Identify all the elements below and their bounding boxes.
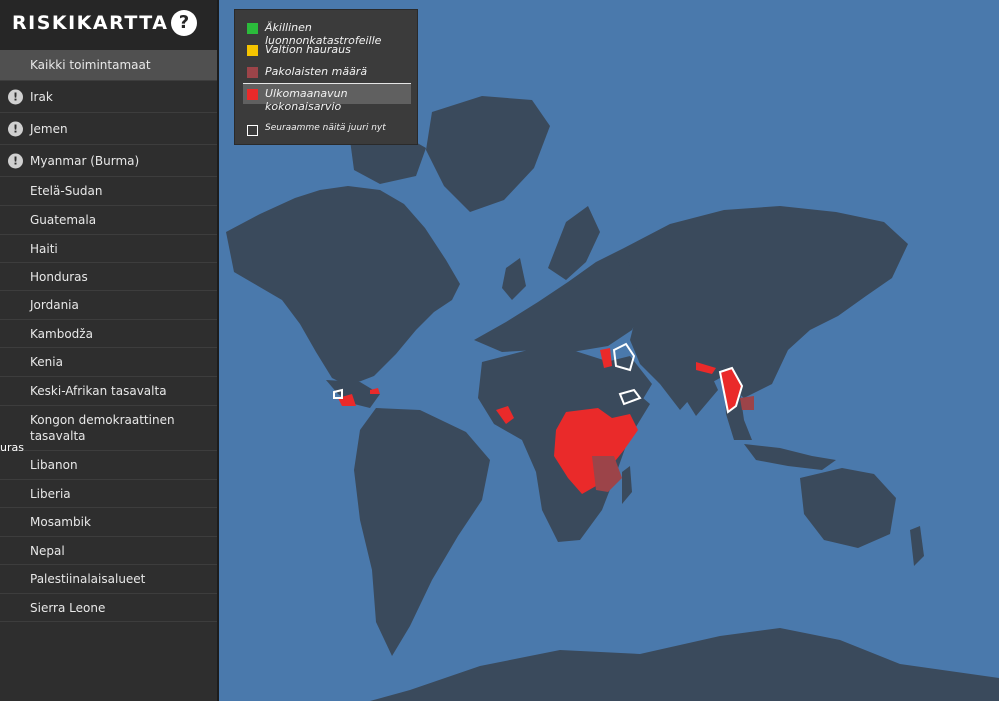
country-item-label: Jemen: [30, 121, 68, 136]
country-item-label: Kaikki toimintamaat: [30, 58, 151, 72]
country-item-label: Palestiinalaisalueet: [30, 572, 146, 586]
country-item-label: Myanmar (Burma): [30, 153, 140, 168]
legend-label: Valtion hauraus: [265, 43, 351, 56]
legend-label: Ulkomaanavun kokonaisarvio: [265, 87, 348, 113]
country-item-kongon-dem-tasavalta[interactable]: Kongon demokraattinen tasavalta: [0, 406, 217, 451]
country-item-label: Sierra Leone: [30, 600, 106, 615]
country-item-label: Kenia: [30, 355, 63, 369]
country-item-kenia[interactable]: Kenia: [0, 348, 217, 377]
sidebar: RISKIKARTTA ? Kaikki toimintamaat ! Irak…: [0, 0, 219, 701]
country-item-label: Kambodža: [30, 326, 93, 341]
legend-item-watching[interactable]: Seuraamme näitä juuri nyt: [243, 120, 411, 140]
green-square-icon: [247, 23, 258, 34]
country-item-label: Liberia: [30, 486, 71, 501]
country-item-all[interactable]: Kaikki toimintamaat: [0, 50, 217, 81]
country-item-label: Irak: [30, 89, 53, 104]
country-item-label: Libanon: [30, 458, 78, 472]
country-item-label: Haiti: [30, 241, 58, 256]
country-item-haiti[interactable]: Haiti: [0, 235, 217, 263]
country-item-guatemala[interactable]: Guatemala: [0, 206, 217, 235]
legend-item-refugees[interactable]: Pakolaisten määrä: [243, 62, 411, 82]
legend-item-state-fragility[interactable]: Valtion hauraus: [243, 40, 411, 60]
country-item-label: Keski-Afrikan tasavalta: [30, 384, 167, 398]
dark-red-square-icon: [247, 67, 258, 78]
country-item-label: Etelä-Sudan: [30, 184, 103, 198]
country-item-label: Guatemala: [30, 213, 97, 227]
country-item-kambodza[interactable]: Kambodža: [0, 320, 217, 348]
white-outline-square-icon: [247, 125, 258, 136]
legend-label: Pakolaisten määrä: [265, 65, 368, 78]
country-item-honduras[interactable]: Honduras: [0, 263, 217, 291]
country-item-jemen[interactable]: ! Jemen: [0, 113, 217, 145]
country-item-irak[interactable]: ! Irak: [0, 81, 217, 113]
country-item-palestiinalaisalueet[interactable]: Palestiinalaisalueet: [0, 565, 217, 594]
country-item-etela-sudan[interactable]: Etelä-Sudan: [0, 177, 217, 206]
country-item-label: Kongon demokraattinen tasavalta: [30, 413, 175, 443]
country-item-label: Honduras: [30, 269, 88, 284]
yellow-square-icon: [247, 45, 258, 56]
country-item-mosambik[interactable]: Mosambik: [0, 508, 217, 537]
country-item-liberia[interactable]: Liberia: [0, 480, 217, 508]
country-item-sierra-leone[interactable]: Sierra Leone: [0, 594, 217, 622]
country-item-myanmar[interactable]: ! Myanmar (Burma): [0, 145, 217, 177]
legend-item-natural-disasters[interactable]: Äkillinen luonnonkatastrofeille: [243, 18, 411, 47]
country-item-label: Mosambik: [30, 515, 91, 529]
legend-item-foreign-aid[interactable]: Ulkomaanavun kokonaisarvio: [243, 83, 411, 113]
warning-icon: !: [8, 153, 23, 168]
country-item-libanon[interactable]: Libanon: [0, 451, 217, 480]
country-item-jordania[interactable]: Jordania: [0, 291, 217, 320]
app-title: RISKIKARTTA: [12, 12, 169, 34]
country-item-label: Jordania: [30, 298, 79, 312]
warning-icon: !: [8, 121, 23, 136]
country-item-nepal[interactable]: Nepal: [0, 537, 217, 565]
truncated-label: uras: [0, 441, 24, 454]
help-button[interactable]: ?: [171, 10, 197, 36]
region-cambodia: [740, 396, 754, 410]
map-legend: Äkillinen luonnonkatastrofeille Valtion …: [234, 9, 418, 145]
country-item-keski-afrikan-tasavalta[interactable]: Keski-Afrikan tasavalta: [0, 377, 217, 406]
legend-label: Seuraamme näitä juuri nyt: [265, 123, 386, 133]
sidebar-header: RISKIKARTTA ?: [0, 0, 217, 50]
country-item-label: Nepal: [30, 543, 65, 558]
warning-icon: !: [8, 89, 23, 104]
red-square-icon: [247, 89, 258, 100]
